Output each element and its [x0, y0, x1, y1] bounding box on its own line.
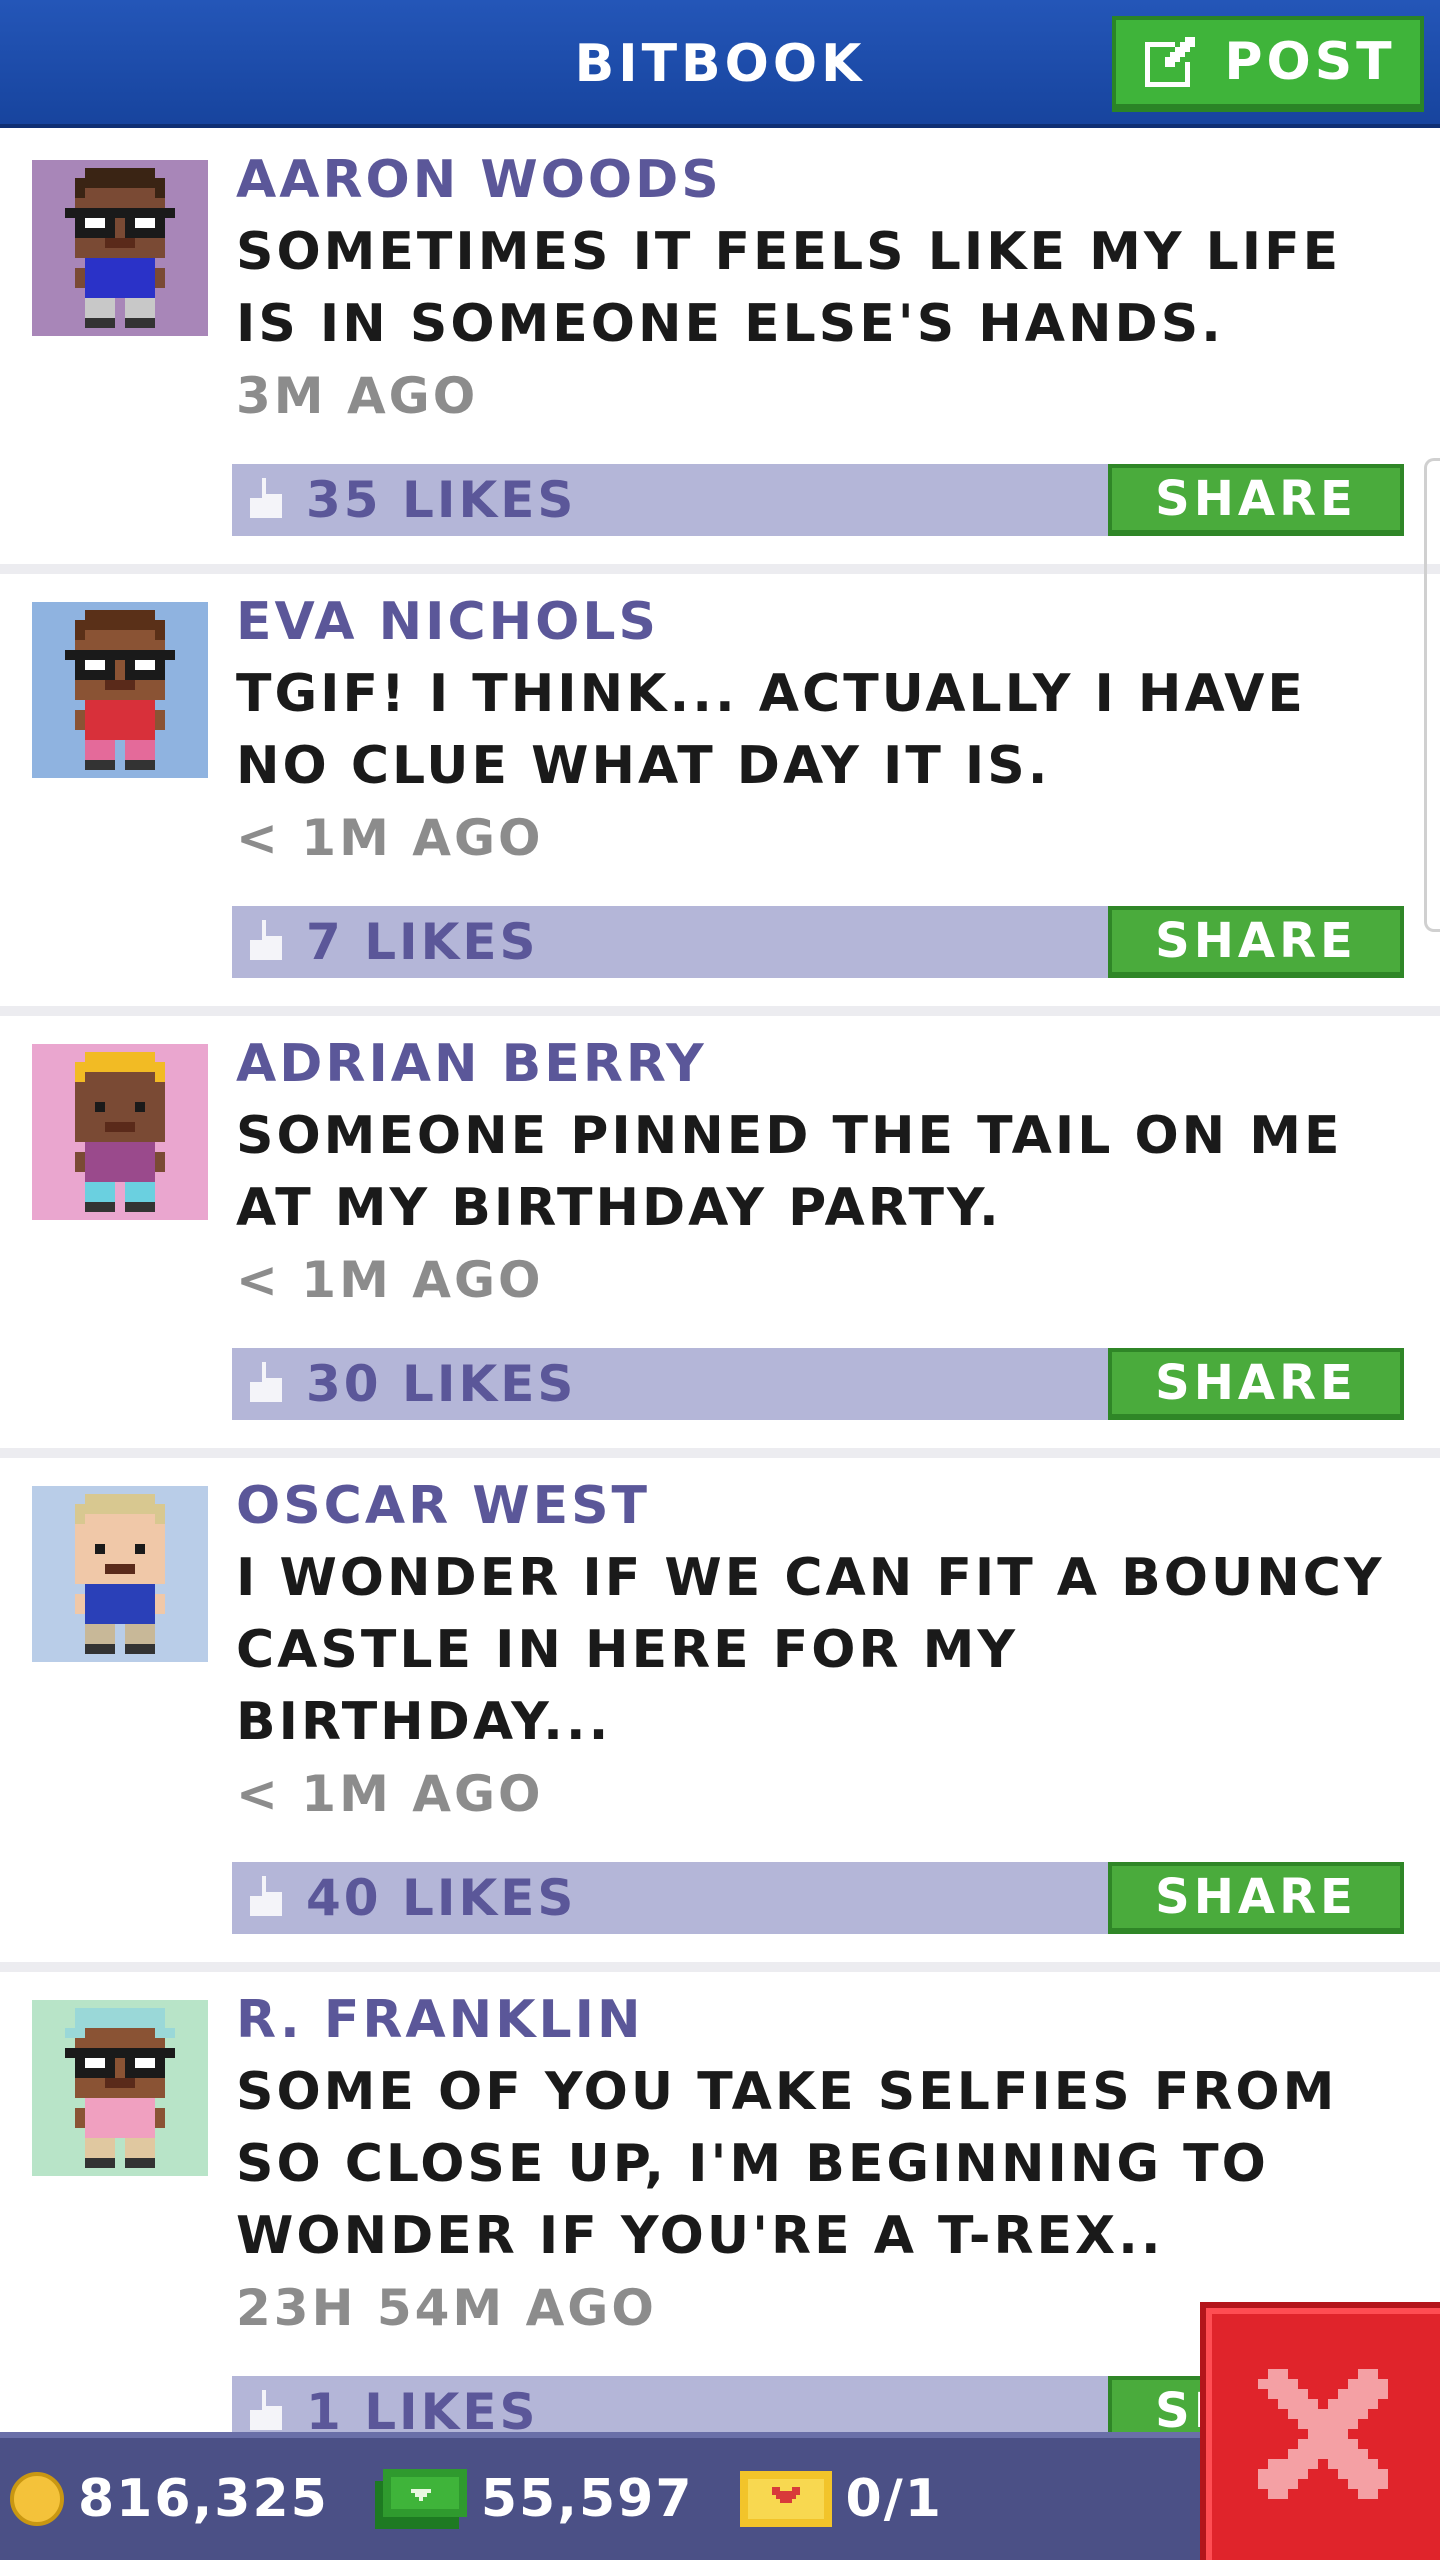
app-header: BITBOOK POST [0, 0, 1440, 128]
avatar-figure [75, 1052, 165, 1212]
post-feed[interactable]: AARON WOODS SOMETIMES IT FEELS LIKE MY L… [0, 132, 1440, 2486]
likes-bar: 40 LIKES SHARE [232, 1862, 1404, 1934]
post-time: < 1M AGO [236, 1251, 544, 1309]
post-time: < 1M AGO [236, 1765, 544, 1823]
thumbs-up-icon[interactable] [246, 1362, 286, 1406]
post-time: 3M AGO [236, 367, 479, 425]
tickets-count: 0/1 [845, 2469, 943, 2529]
post-message: SOMEONE PINNED THE TAIL ON ME AT MY BIRT… [236, 1106, 1343, 1238]
post-author[interactable]: EVA NICHOLS [236, 590, 1400, 654]
post-author[interactable]: OSCAR WEST [236, 1474, 1400, 1538]
post-author[interactable]: R. FRANKLIN [236, 1988, 1400, 2052]
post-item: ADRIAN BERRY SOMEONE PINNED THE TAIL ON … [0, 1016, 1440, 1458]
ticket-icon [739, 2471, 832, 2527]
share-button[interactable]: SHARE [1108, 464, 1404, 536]
edit-icon [1145, 37, 1196, 87]
avatar[interactable] [32, 2000, 208, 2176]
likes-count: 7 LIKES [306, 913, 539, 971]
close-button[interactable] [1200, 2302, 1440, 2560]
post-item: OSCAR WEST I WONDER IF WE CAN FIT A BOUN… [0, 1458, 1440, 1972]
bux-count: 55,597 [480, 2469, 694, 2529]
post-time: < 1M AGO [236, 809, 544, 867]
avatar[interactable] [32, 602, 208, 778]
post-message: SOMETIMES IT FEELS LIKE MY LIFE IS IN SO… [236, 222, 1342, 354]
likes-bar: 7 LIKES SHARE [232, 906, 1404, 978]
avatar[interactable] [32, 160, 208, 336]
avatar[interactable] [32, 1044, 208, 1220]
share-button[interactable]: SHARE [1108, 1348, 1404, 1420]
thumbs-up-icon[interactable] [246, 920, 286, 964]
likes-bar: 30 LIKES SHARE [232, 1348, 1404, 1420]
avatar-figure [65, 610, 175, 770]
thumbs-up-icon[interactable] [246, 2390, 286, 2434]
post-author[interactable]: ADRIAN BERRY [236, 1032, 1400, 1096]
thumbs-up-icon[interactable] [246, 1876, 286, 1920]
likes-bar: 35 LIKES SHARE [232, 464, 1404, 536]
share-button[interactable]: SHARE [1108, 906, 1404, 978]
avatar-figure [75, 1494, 165, 1654]
scrollbar[interactable] [1424, 458, 1440, 932]
share-button[interactable]: SHARE [1108, 1862, 1404, 1934]
post-button-label: POST [1224, 32, 1396, 92]
avatar-figure [65, 168, 175, 328]
coin-icon [10, 2472, 64, 2526]
post-message: SOME OF YOU TAKE SELFIES FROM SO CLOSE U… [236, 2062, 1338, 2266]
avatar-figure [65, 2008, 175, 2168]
thumbs-up-icon[interactable] [246, 478, 286, 522]
likes-count: 40 LIKES [306, 1869, 577, 1927]
post-author[interactable]: AARON WOODS [236, 148, 1400, 212]
likes-count: 35 LIKES [306, 471, 577, 529]
close-icon [1258, 2369, 1388, 2499]
post-item: AARON WOODS SOMETIMES IT FEELS LIKE MY L… [0, 132, 1440, 574]
coins-count: 816,325 [78, 2469, 329, 2529]
avatar[interactable] [32, 1486, 208, 1662]
cash-icon [374, 2469, 467, 2529]
likes-count: 30 LIKES [306, 1355, 577, 1413]
post-message: I WONDER IF WE CAN FIT A BOUNCY CASTLE I… [236, 1548, 1385, 1752]
post-message: TGIF! I THINK... ACTUALLY I HAVE NO CLUE… [236, 664, 1306, 796]
post-button[interactable]: POST [1112, 16, 1424, 112]
post-item: EVA NICHOLS TGIF! I THINK... ACTUALLY I … [0, 574, 1440, 1016]
